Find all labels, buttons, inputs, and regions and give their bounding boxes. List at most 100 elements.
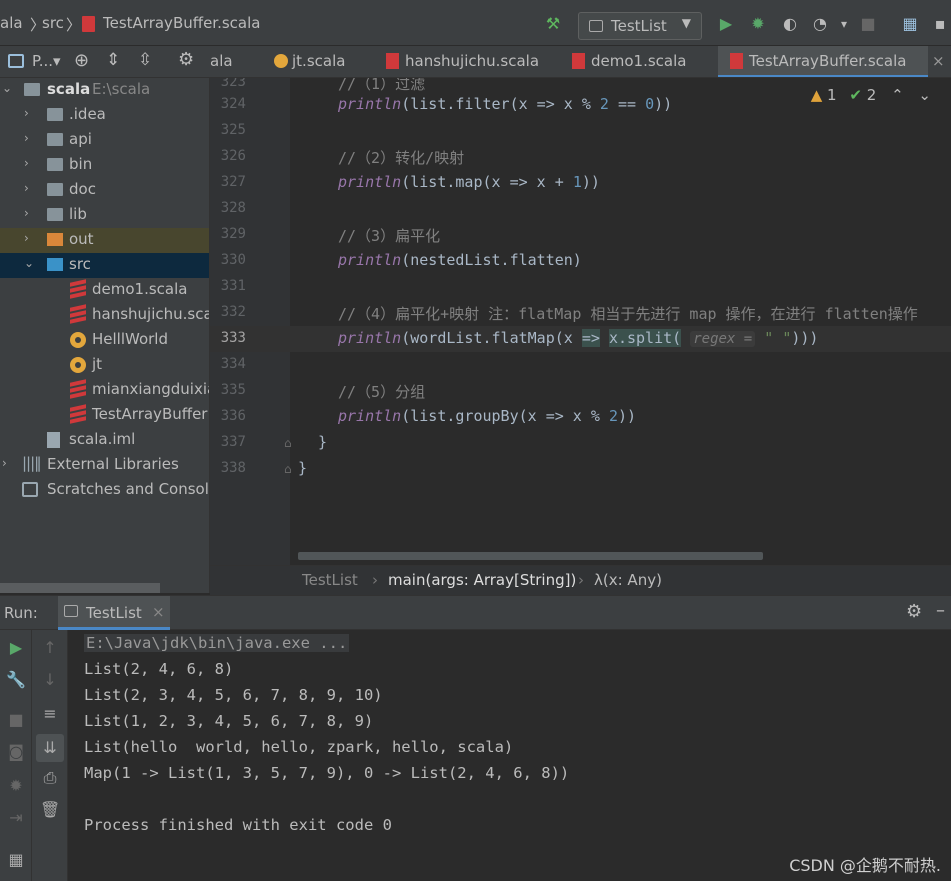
scala-file-icon bbox=[70, 404, 86, 424]
project-view-selector[interactable]: P...▾ bbox=[32, 52, 61, 70]
code-text: println(wordList.flatMap(x => x.split( r… bbox=[338, 329, 819, 347]
build-hammer-icon[interactable]: ⚒ bbox=[543, 14, 563, 34]
debug-bug-icon[interactable]: ✹ bbox=[6, 776, 26, 796]
tree-file-helllworld[interactable]: HelllWorld bbox=[0, 328, 209, 353]
crumb-method[interactable]: main(args: Array[String]) bbox=[388, 571, 576, 589]
tab-hanshujichu[interactable]: hanshujichu.scala bbox=[380, 46, 540, 77]
tab-jt[interactable]: jt.scala bbox=[268, 46, 360, 77]
folder-icon bbox=[47, 108, 63, 121]
stop-icon[interactable]: ■ bbox=[6, 710, 26, 730]
breadcrumb-project[interactable]: ala bbox=[0, 14, 23, 32]
tree-folder-api[interactable]: › api bbox=[0, 128, 209, 153]
run-config-select[interactable]: TestList ▼ bbox=[578, 12, 702, 40]
code-editor[interactable]: 323//（1）过滤 324 println(list.filter(x => x… bbox=[210, 78, 951, 565]
code-line: 335//（5）分组 bbox=[220, 382, 426, 401]
folder-icon bbox=[47, 233, 63, 246]
breadcrumb-folder[interactable]: src bbox=[42, 14, 64, 32]
library-icon: |||‖ bbox=[22, 454, 42, 472]
tree-scratches[interactable]: Scratches and Console bbox=[0, 478, 209, 503]
more-icon[interactable]: ▪ bbox=[930, 14, 950, 34]
scroll-to-end-icon[interactable]: ⇊ bbox=[36, 734, 64, 762]
run-tab-testlist[interactable]: TestList × bbox=[58, 596, 170, 630]
inspection-widget[interactable]: ▲ 1 ✔ 2 ⌃ ⌄ bbox=[811, 86, 931, 104]
debug-bug-icon[interactable]: ✹ bbox=[748, 14, 768, 34]
gear-icon[interactable]: ⚙ bbox=[906, 601, 922, 622]
layout-icon[interactable]: ▦ bbox=[6, 850, 26, 870]
breadcrumb-separator: › bbox=[372, 571, 378, 589]
breadcrumb-separator: 〉 bbox=[66, 16, 82, 34]
console-line: Map(1 -> List(1, 3, 5, 7, 9), 0 -> List(… bbox=[84, 764, 570, 782]
exit-icon[interactable]: ⇥ bbox=[6, 808, 26, 828]
close-icon[interactable]: × bbox=[152, 603, 165, 621]
tree-external-libraries[interactable]: › |||‖ External Libraries bbox=[0, 453, 209, 478]
console-line: Process finished with exit code 0 bbox=[84, 816, 392, 834]
tree-folder-doc[interactable]: › doc bbox=[0, 178, 209, 203]
stop-icon[interactable]: ■ bbox=[858, 14, 878, 34]
code-text: //（4）扁平化+映射 注：flatMap 相当于先进行 map 操作，在进行 … bbox=[338, 305, 918, 323]
tree-file-mianxiangduixiang[interactable]: mianxiangduixia bbox=[0, 378, 209, 403]
close-icon[interactable]: × bbox=[932, 52, 945, 70]
console-command-line[interactable]: E:\Java\jdk\bin\java.exe ... bbox=[84, 634, 350, 652]
minimize-icon[interactable]: – bbox=[936, 600, 945, 621]
print-icon[interactable]: ⎙ bbox=[40, 768, 60, 788]
gear-icon[interactable]: ⚙ bbox=[178, 49, 194, 70]
rerun-icon[interactable]: ▶ bbox=[6, 638, 26, 658]
scala-file-icon bbox=[70, 304, 86, 324]
tree-folder-bin[interactable]: › bin bbox=[0, 153, 209, 178]
code-line: 327 println(list.map(x => x + 1)) bbox=[220, 173, 600, 191]
breadcrumb-file[interactable]: TestArrayBuffer.scala bbox=[103, 14, 260, 32]
fold-icon[interactable]: ⌂ bbox=[284, 462, 292, 476]
scala-file-icon bbox=[70, 379, 86, 399]
tree-file-scala-iml[interactable]: scala.iml bbox=[0, 428, 209, 453]
run-config-label: TestList bbox=[611, 17, 667, 35]
code-text: println(nestedList.flatten) bbox=[338, 251, 582, 269]
tree-folder-lib[interactable]: › lib bbox=[0, 203, 209, 228]
collapse-all-icon[interactable]: ⇳ bbox=[138, 50, 152, 70]
soft-wrap-icon[interactable]: ≡ bbox=[40, 704, 60, 724]
tree-root-scala[interactable]: ⌄ scala E:\scala bbox=[0, 78, 209, 103]
parameter-hint: regex = bbox=[690, 331, 756, 347]
console-line: List(1, 2, 3, 4, 5, 6, 7, 8, 9) bbox=[84, 712, 374, 730]
console-output[interactable]: E:\Java\jdk\bin\java.exe ... List(2, 4, … bbox=[69, 630, 951, 881]
trash-icon[interactable]: 🗑 bbox=[40, 800, 60, 820]
tab-demo1[interactable]: demo1.scala bbox=[566, 46, 696, 77]
run-icon[interactable]: ▶ bbox=[716, 14, 736, 34]
editor-horizontal-scrollbar[interactable] bbox=[298, 552, 763, 560]
chevron-right-icon: › bbox=[2, 456, 7, 470]
chevron-up-icon[interactable]: ⌃ bbox=[891, 86, 904, 104]
project-structure-icon[interactable]: ▦ bbox=[900, 14, 920, 34]
chevron-down-icon[interactable]: ▾ bbox=[834, 14, 854, 34]
arrow-up-icon[interactable]: ↑ bbox=[40, 638, 60, 658]
profile-icon[interactable]: ◔ bbox=[810, 14, 830, 34]
run-toolwindow-header: Run: TestList × ⚙ – bbox=[0, 595, 951, 630]
crumb-object[interactable]: TestList bbox=[302, 571, 358, 589]
chevron-down-icon[interactable]: ⌄ bbox=[918, 86, 931, 104]
tree-file-demo1[interactable]: demo1.scala bbox=[0, 278, 209, 303]
project-scrollbar[interactable] bbox=[0, 583, 160, 593]
wrench-icon[interactable]: 🔧 bbox=[6, 670, 26, 690]
tree-file-jt[interactable]: jt bbox=[0, 353, 209, 378]
folder-icon bbox=[47, 208, 63, 221]
structure-breadcrumb: TestList › main(args: Array[String]) › λ… bbox=[210, 565, 951, 595]
fold-icon[interactable]: ⌂ bbox=[284, 436, 292, 450]
tree-folder-idea[interactable]: › .idea bbox=[0, 103, 209, 128]
tab-ala[interactable]: ala bbox=[210, 46, 262, 77]
arrow-down-icon[interactable]: ↓ bbox=[40, 670, 60, 690]
tree-file-testarraybuffer[interactable]: TestArrayBuffer bbox=[0, 403, 209, 428]
code-line: 328 bbox=[220, 200, 246, 216]
code-line: 325 bbox=[220, 122, 246, 138]
watermark: CSDN @企鹅不耐热. bbox=[789, 856, 941, 875]
locate-target-icon[interactable]: ⊕ bbox=[74, 50, 89, 71]
coverage-icon[interactable]: ◐ bbox=[780, 14, 800, 34]
tree-folder-out[interactable]: › out bbox=[0, 228, 209, 253]
tree-folder-src[interactable]: ⌄ src bbox=[0, 253, 209, 278]
chevron-right-icon: › bbox=[24, 131, 29, 145]
run-label: Run: bbox=[4, 604, 38, 622]
crumb-lambda[interactable]: λ(x: Any) bbox=[594, 571, 662, 589]
tab-testarraybuffer[interactable]: TestArrayBuffer.scala bbox=[718, 46, 928, 77]
breadcrumb-separator: › bbox=[578, 571, 584, 589]
camera-icon[interactable]: ◙ bbox=[6, 742, 26, 762]
chevron-right-icon: › bbox=[24, 231, 29, 245]
expand-all-icon[interactable]: ⇕ bbox=[106, 50, 120, 70]
tree-file-hanshujichu[interactable]: hanshujichu.scal bbox=[0, 303, 209, 328]
